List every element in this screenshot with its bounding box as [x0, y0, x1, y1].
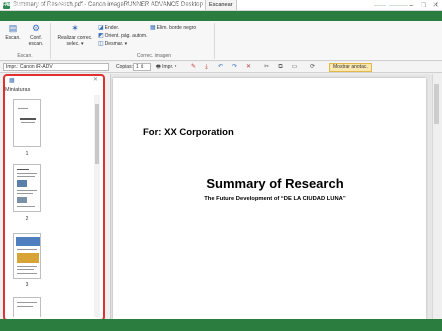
border-icon: ▦	[150, 25, 156, 31]
printer-icon: 🖶	[156, 64, 161, 70]
apply-correction-button[interactable]: ✶ Realizar correc. selec. ▾	[56, 23, 94, 47]
cut-icon[interactable]: ✂	[262, 63, 271, 72]
ribbon-separator	[50, 23, 51, 59]
thumbnail-page-number: 1	[25, 151, 29, 157]
thumbnail-page[interactable]	[13, 99, 41, 147]
unmark-icon: ◫	[98, 41, 104, 47]
status-bar	[0, 319, 442, 331]
printer-select[interactable]: Impr.: Canon iR-ADV	[3, 63, 109, 71]
remove-black-border-button[interactable]: ▦Elim. borde negro	[150, 25, 196, 32]
tab-escanear[interactable]: Escanear	[205, 0, 237, 10]
thumbnail-title: Miniaturas	[5, 87, 31, 93]
thumbnail-page-number: 3	[25, 282, 29, 288]
document-for-line: For: XX Corporation	[143, 127, 234, 138]
zoom-slider[interactable]	[374, 5, 408, 6]
fit-width-icon[interactable]: ⊟	[430, 2, 438, 10]
show-annotations-button[interactable]: Mostrar anotac.	[329, 63, 372, 72]
zoom-in-icon[interactable]: +	[409, 2, 417, 10]
orient-icon: ◩	[98, 33, 104, 39]
wand-icon: ✶	[71, 23, 79, 33]
thumbnail-page[interactable]	[13, 164, 41, 212]
tab-opciones-impresion[interactable]: Opciones de impresión	[110, 0, 167, 10]
undo-icon[interactable]: ↶	[216, 63, 225, 72]
straighten-icon: ◪	[98, 25, 104, 31]
menu-bar	[0, 11, 442, 21]
copy-icon[interactable]: ⧉	[276, 63, 285, 72]
unmark-button[interactable]: ◫Desmar. ▾	[98, 41, 127, 48]
copies-stepper[interactable]: 1 ⇕	[133, 63, 151, 71]
correction-group-label: Correc. imagen	[136, 53, 172, 59]
straighten-button[interactable]: ◪Ender.	[98, 25, 119, 32]
scan-settings-button[interactable]: ⚙ Conf. escan.	[26, 23, 46, 47]
scan-settings-label: Conf. escan.	[28, 35, 44, 47]
apply-correction-label: Realizar correc. selec.	[57, 35, 93, 47]
redo-icon[interactable]: ↷	[230, 63, 239, 72]
thumbnail-page[interactable]	[13, 297, 41, 317]
print-button[interactable]: 🖶 Impr. ▾	[156, 63, 177, 72]
thumbnail-page[interactable]	[13, 233, 41, 279]
scan-button-label: Escan.	[5, 35, 21, 41]
tab-anotaciones[interactable]: Anotaciones	[172, 0, 203, 10]
close-pane-icon[interactable]: ✕	[93, 76, 98, 83]
print-button-label: Impr.	[162, 64, 174, 70]
zoom-level: 91%	[337, 2, 349, 8]
unmark-label: Desmar.	[104, 41, 124, 47]
ribbon-separator	[214, 23, 215, 59]
zoom-out-icon[interactable]: −	[363, 2, 371, 10]
paste-icon[interactable]: ▭	[290, 63, 299, 72]
fit-page-icon[interactable]: ⊡	[419, 2, 427, 10]
annotate-icon[interactable]: ✎	[189, 63, 198, 72]
thumbnail-tab-icon[interactable]: ▦	[9, 77, 15, 84]
auto-orient-button[interactable]: ◩Orient. pág. autom.	[98, 33, 147, 40]
auto-orient-label: Orient. pág. autom.	[104, 33, 148, 39]
scan-group-label: Escan.	[17, 53, 33, 59]
zoom-slider-knob[interactable]	[386, 2, 389, 9]
single-page-view-icon[interactable]: ▯	[296, 2, 304, 10]
thumbnail-scroll-thumb[interactable]	[95, 104, 99, 164]
document-subtitle: The Future Development of “DE LA CIUDAD …	[204, 196, 346, 202]
remove-black-border-label: Elim. borde negro	[156, 25, 197, 31]
scan-button[interactable]: ▤ Escan.	[4, 23, 22, 41]
insert-icon[interactable]: ⤓	[202, 63, 211, 72]
rotate-icon[interactable]: ⟳	[308, 63, 317, 72]
document-title: Summary of Research	[206, 176, 344, 191]
printer-select-value: Impr.: Canon iR-ADV	[6, 64, 53, 70]
two-page-view-icon[interactable]: ◫	[306, 2, 314, 10]
document-scroll-thumb[interactable]	[434, 84, 439, 124]
straighten-label: Ender.	[104, 25, 120, 31]
show-annotations-label: Mostrar anotac.	[333, 64, 368, 70]
continuous-view-icon[interactable]: ▥	[316, 2, 324, 10]
scanner-icon: ▤	[8, 23, 18, 33]
delete-icon[interactable]: ✕	[244, 63, 253, 72]
status-page-text: Página seleccionada: 1/3	[3, 2, 65, 8]
thumbnail-page-number: 2	[25, 216, 29, 222]
copies-value: 1	[136, 64, 139, 70]
copies-label: Copias:	[116, 64, 133, 70]
tab-herramientas[interactable]: Herramientas	[240, 0, 274, 10]
scanner-settings-icon: ⚙	[31, 23, 41, 33]
